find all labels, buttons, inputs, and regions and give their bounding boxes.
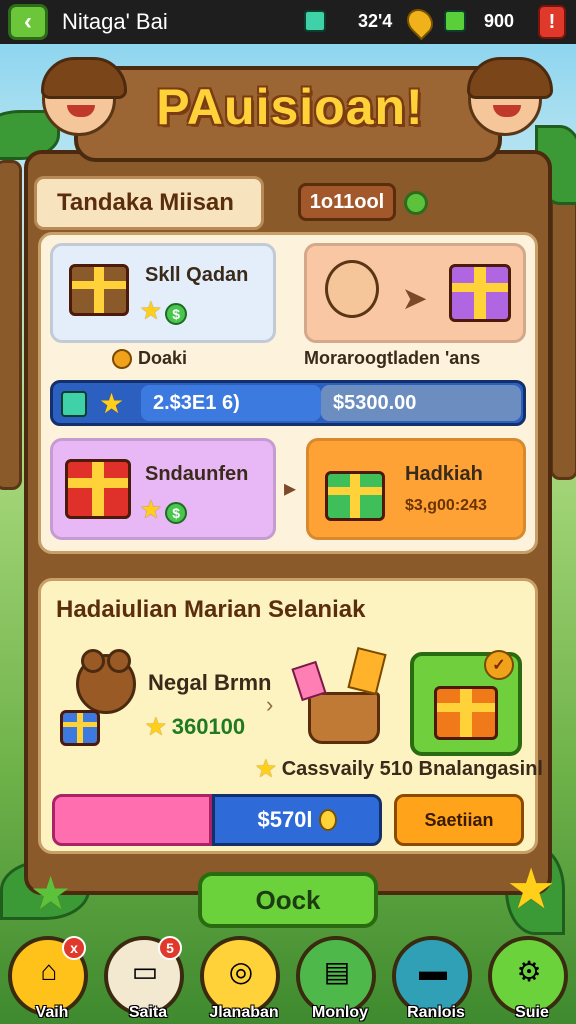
star-icon: ★ [141, 298, 161, 323]
stat-right-value: $5300.00 [333, 391, 417, 414]
mission-card-2-sub: Moraroogtladen 'ans [304, 348, 481, 368]
claim-reward-tile[interactable]: ✓ [410, 650, 522, 756]
nav-label: Jlanaban [209, 1004, 279, 1021]
stat-right: $5300.00 [321, 385, 521, 421]
reward-caption: ★ Cassvaily 510 Bnalangasinl [256, 756, 543, 782]
gear-icon: ⚙ [516, 955, 542, 987]
mission-card-4-title: Hadkiah [405, 463, 483, 485]
nav-item-journey[interactable]: ◎ Jlanaban [200, 936, 280, 1021]
chest-icon [69, 264, 129, 316]
gift-box-icon [325, 471, 385, 521]
reward-row: ★ $ [141, 298, 188, 325]
gold-bar-icon: ▬ [419, 955, 447, 986]
star-icon: ★ [146, 714, 166, 739]
gift-basket-icon [308, 692, 380, 744]
mission-card-1[interactable]: Skll Qadan ★ $ [50, 243, 276, 343]
chevron-left-icon: ‹ [24, 8, 32, 35]
gift-box-icon [65, 459, 131, 519]
arrow-right-icon: › [266, 692, 274, 717]
arrow-right-icon: ▸ [284, 475, 297, 502]
nav-badge: x [62, 936, 86, 960]
palm-trunk-right [550, 180, 576, 480]
check-badge-icon: ✓ [484, 650, 514, 680]
location-pin-icon [401, 3, 439, 41]
reward-row: ★ $ [141, 497, 188, 524]
stats-bar: ★ 2.$3E1 6) $5300.00 [50, 380, 526, 426]
counter-value: 1o11ool [298, 183, 396, 221]
palm-trunk-left [0, 160, 22, 490]
mission-card-1-title: Skll Qadan [145, 264, 249, 286]
child-avatar-right [467, 57, 553, 136]
nav-item-rankings[interactable]: ▬ Ranlois [392, 936, 472, 1021]
gift-box-icon [449, 264, 511, 322]
nav-label: Suie [515, 1004, 549, 1021]
stat-left-value: 2.$3E1 6) [153, 391, 240, 414]
status-dot-icon [404, 191, 428, 215]
gift-box-icon [60, 710, 100, 746]
star-decoration-icon: ★ [30, 867, 72, 919]
reward-caption-label: Cassvaily 510 Bnalangasinl [281, 757, 543, 780]
ring-icon: ◎ [228, 955, 254, 987]
price-button[interactable]: $570l [212, 794, 382, 846]
mission-card-3[interactable]: Sndaunfen ★ $ [50, 438, 276, 540]
nav-label: Ranlois [407, 1004, 465, 1021]
nav-label: Saita [128, 1004, 168, 1021]
mission-card-1-sub: Doaki [112, 348, 187, 369]
star-decoration-icon: ★ [506, 857, 557, 920]
nav-label: Vaih [35, 1004, 69, 1021]
arrow-right-icon: ➤ [403, 283, 427, 314]
card-icon: ▭ [131, 955, 159, 987]
home-icon: ⌂ [40, 955, 58, 986]
resource-value-1: 32'4 [358, 11, 393, 31]
nav-badge: 5 [158, 936, 182, 960]
ok-button[interactable]: Oock [198, 872, 378, 928]
gift-box-icon [434, 686, 498, 740]
child-avatar-left [41, 57, 127, 136]
nav-item-settings[interactable]: ⚙ Suie [488, 936, 568, 1021]
coin-icon [112, 348, 132, 369]
nav-item-home[interactable]: ⌂ x Vaih [8, 936, 88, 1021]
character-reward-value: 360100 [171, 714, 246, 739]
banner-title: PAuisioan! [156, 79, 424, 135]
mission-card-4-value: $3,g00:243 [405, 497, 487, 514]
nav-item-money[interactable]: ▤ Monloy [296, 936, 376, 1021]
gem-icon [444, 10, 466, 32]
price-label: $570l [257, 807, 313, 832]
stat-left: 2.$3E1 6) [141, 385, 321, 421]
coin-icon [318, 809, 337, 831]
action-button[interactable]: Saetiian [394, 794, 524, 846]
mission-card-2[interactable]: ➤ [304, 243, 526, 343]
back-button[interactable]: ‹ [8, 4, 48, 40]
mission-card-4[interactable]: Hadkiah $3,g00:243 [306, 438, 526, 540]
gem-icon [61, 391, 87, 417]
alert-button[interactable]: ! [538, 5, 566, 39]
star-icon: ★ [141, 497, 161, 522]
bottom-nav: ⌂ x Vaih ▭ 5 Saita ◎ Jlanaban ▤ Monloy ▬… [0, 930, 576, 1024]
character-reward: ★ 360100 [146, 714, 245, 740]
nav-label: Monloy [312, 1004, 368, 1021]
window-title: Nitaga' Bai [62, 9, 168, 34]
resource-value-2: 900 [484, 11, 515, 31]
section-title: Tandaka Miisan [34, 176, 264, 230]
cube-icon [304, 10, 326, 32]
nav-item-shop[interactable]: ▭ 5 Saita [104, 936, 184, 1021]
top-bar: ‹ Nitaga' Bai 32'4 900 ! [0, 0, 576, 44]
book-icon: ▤ [323, 955, 351, 987]
coin-icon: $ [165, 302, 188, 325]
daily-reward-title: Hadaiulian Marian Selaniak [56, 596, 366, 623]
progress-bar-pink [52, 794, 212, 846]
mission-card-3-title: Sndaunfen [145, 463, 249, 485]
star-icon: ★ [256, 756, 276, 781]
star-icon: ★ [99, 388, 125, 419]
coin-icon: $ [165, 501, 188, 524]
elder-avatar [325, 260, 379, 318]
bear-avatar [76, 649, 136, 714]
mission-card-1-sub-label: Doaki [138, 348, 188, 368]
character-name: Negal Brmn [148, 670, 272, 695]
